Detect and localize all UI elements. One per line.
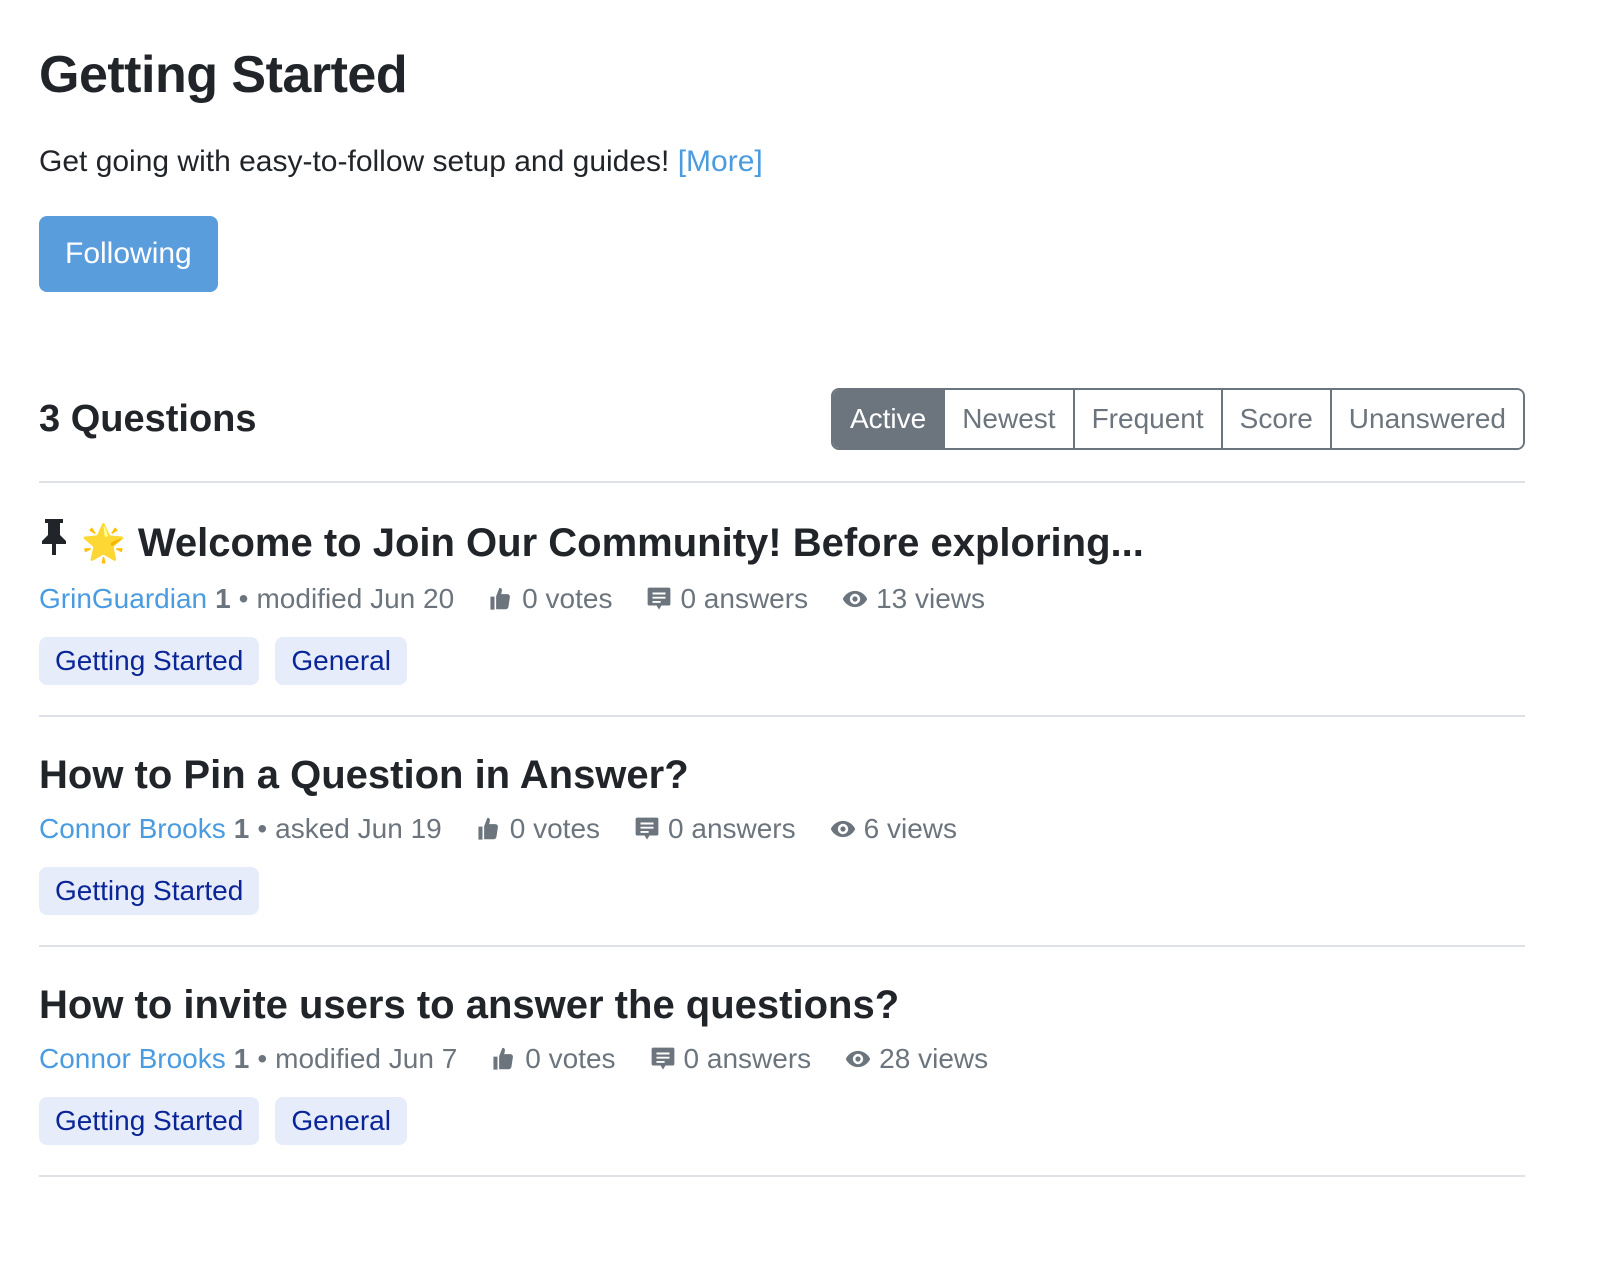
- answers-stat: 0 answers: [650, 1041, 812, 1077]
- votes-stat: 0 votes: [476, 811, 600, 847]
- question-title-row: How to invite users to answer the questi…: [39, 981, 1525, 1029]
- author-link[interactable]: Connor Brooks: [39, 1041, 226, 1077]
- tag-getting-started[interactable]: Getting Started: [39, 637, 260, 685]
- question-title-row: 🌟 Welcome to Join Our Community! Before …: [39, 517, 1525, 569]
- page-title: Getting Started: [39, 46, 408, 104]
- question-activity[interactable]: modified Jun 7: [275, 1041, 457, 1077]
- eye-icon: [830, 820, 855, 838]
- author-reputation: 1: [233, 1043, 250, 1074]
- tag-general[interactable]: General: [275, 1097, 407, 1145]
- separator-dot: •: [257, 813, 268, 844]
- votes-count: 0 votes: [509, 813, 601, 844]
- question-title-link[interactable]: Welcome to Join Our Community! Before ex…: [138, 519, 1144, 567]
- question-item: How to Pin a Question in Answer? Connor …: [39, 717, 1525, 947]
- tag-list: Getting Started General: [39, 637, 1525, 685]
- views-count: 13 views: [876, 583, 986, 614]
- tag-getting-started[interactable]: Getting Started: [39, 867, 260, 915]
- tag-getting-started[interactable]: Getting Started: [39, 1097, 260, 1145]
- tag-page: Getting Started Get going with easy-to-f…: [0, 0, 1564, 1177]
- answers-count: 0 answers: [668, 813, 796, 844]
- views-stat: 13 views: [842, 581, 985, 617]
- votes-count: 0 votes: [525, 1043, 616, 1074]
- thumbs-up-icon: [478, 817, 498, 840]
- sort-tabs: Active Newest Frequent Score Unanswered: [830, 388, 1525, 450]
- votes-stat: 0 votes: [491, 1041, 616, 1077]
- author-reputation: 1: [233, 813, 250, 844]
- tag-description: Get going with easy-to-follow setup and …: [39, 144, 1525, 180]
- sort-tab-score[interactable]: Score: [1220, 390, 1330, 448]
- question-list: 🌟 Welcome to Join Our Community! Before …: [39, 481, 1525, 1177]
- answers-count: 0 answers: [683, 1043, 812, 1074]
- description-text: Get going with easy-to-follow setup and …: [39, 145, 670, 178]
- separator-dot: •: [257, 1043, 268, 1074]
- pin-icon: [39, 517, 69, 569]
- answers-stat: 0 answers: [634, 811, 796, 847]
- author-link[interactable]: Connor Brooks: [39, 811, 226, 847]
- questions-header: 3 Questions Active Newest Frequent Score…: [39, 388, 1525, 450]
- eye-icon: [845, 1050, 871, 1068]
- question-item: 🌟 Welcome to Join Our Community! Before …: [39, 483, 1525, 717]
- answers-stat: 0 answers: [646, 581, 808, 617]
- question-title-row: How to Pin a Question in Answer?: [39, 751, 1525, 799]
- question-title-link[interactable]: How to invite users to answer the questi…: [39, 981, 899, 1029]
- answers-count: 0 answers: [680, 583, 809, 614]
- questions-count: 3 Questions: [39, 397, 257, 440]
- question-item: How to invite users to answer the questi…: [39, 947, 1525, 1177]
- author-link[interactable]: GrinGuardian: [39, 581, 207, 617]
- question-meta: Connor Brooks 1 • modified Jun 7 0 votes…: [39, 1041, 1525, 1077]
- question-activity[interactable]: asked Jun 19: [275, 811, 442, 847]
- answers-icon: [635, 817, 659, 840]
- votes-count: 0 votes: [522, 583, 613, 614]
- author-reputation: 1: [215, 583, 231, 614]
- sort-tab-active[interactable]: Active: [832, 390, 944, 448]
- following-button[interactable]: Following: [39, 216, 218, 292]
- tag-list: Getting Started General: [39, 1097, 1525, 1145]
- answers-icon: [648, 587, 671, 610]
- views-stat: 6 views: [830, 811, 957, 847]
- sort-tab-newest[interactable]: Newest: [943, 390, 1073, 448]
- views-count: 28 views: [879, 1043, 989, 1074]
- separator-dot: •: [238, 583, 249, 614]
- question-activity[interactable]: modified Jun 20: [256, 581, 454, 617]
- question-meta: Connor Brooks 1 • asked Jun 19 0 votes 0…: [39, 811, 1525, 847]
- thumbs-up-icon: [490, 587, 511, 610]
- glowing-star-icon: 🌟: [81, 522, 126, 563]
- question-title-link[interactable]: How to Pin a Question in Answer?: [39, 751, 689, 799]
- more-link[interactable]: [More]: [678, 145, 763, 178]
- question-meta: GrinGuardian 1 • modified Jun 20 0 votes…: [39, 581, 1525, 617]
- views-count: 6 views: [863, 813, 958, 844]
- views-stat: 28 views: [845, 1041, 988, 1077]
- votes-stat: 0 votes: [488, 581, 612, 617]
- tag-list: Getting Started: [39, 867, 1525, 915]
- answers-icon: [651, 1047, 674, 1070]
- eye-icon: [842, 590, 868, 608]
- sort-tab-unanswered[interactable]: Unanswered: [1329, 390, 1523, 448]
- sort-tab-frequent[interactable]: Frequent: [1072, 390, 1221, 448]
- thumbs-up-icon: [493, 1047, 514, 1070]
- tag-general[interactable]: General: [275, 637, 407, 685]
